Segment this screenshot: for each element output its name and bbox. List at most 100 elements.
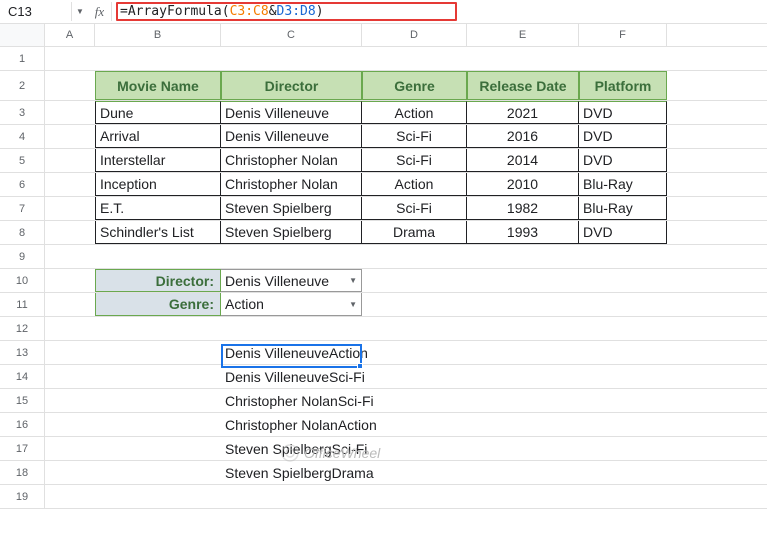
cell[interactable] [45, 125, 95, 148]
cell[interactable] [362, 47, 467, 70]
cell[interactable]: Inception [95, 173, 221, 196]
name-box[interactable]: C13 [0, 2, 72, 21]
cell[interactable] [95, 341, 221, 364]
result-cell[interactable]: Denis VilleneuveAction [221, 341, 362, 364]
table-header-director[interactable]: Director [221, 71, 362, 100]
cell[interactable] [95, 365, 221, 388]
cell[interactable]: 1993 [467, 221, 579, 244]
row-header-10[interactable]: 10 [0, 269, 45, 292]
cell[interactable] [45, 245, 95, 268]
cell[interactable] [579, 485, 667, 508]
cell[interactable] [467, 389, 579, 412]
cell[interactable]: Arrival [95, 125, 221, 148]
cell[interactable] [45, 389, 95, 412]
genre-label[interactable]: Genre: [95, 293, 221, 316]
row-header-9[interactable]: 9 [0, 245, 45, 268]
cell[interactable]: Denis Villeneuve [221, 125, 362, 148]
col-header-c[interactable]: C [221, 24, 362, 46]
cell[interactable]: DVD [579, 221, 667, 244]
cell[interactable] [579, 341, 667, 364]
cell[interactable] [45, 47, 95, 70]
row-header-15[interactable]: 15 [0, 389, 45, 412]
cell[interactable] [579, 47, 667, 70]
cell[interactable] [45, 365, 95, 388]
cell[interactable] [467, 485, 579, 508]
cell[interactable] [579, 269, 667, 292]
cell[interactable] [45, 461, 95, 484]
cell[interactable] [362, 293, 467, 316]
row-header-16[interactable]: 16 [0, 413, 45, 436]
table-header-platform[interactable]: Platform [579, 71, 667, 100]
row-header-19[interactable]: 19 [0, 485, 45, 508]
cell[interactable] [45, 71, 95, 100]
cell[interactable] [579, 245, 667, 268]
name-box-dropdown[interactable]: ▼ [72, 7, 88, 16]
cell[interactable] [95, 461, 221, 484]
cell[interactable]: Steven Spielberg [221, 221, 362, 244]
cell[interactable]: Christopher Nolan [221, 149, 362, 172]
cell[interactable] [45, 269, 95, 292]
cell[interactable]: DVD [579, 149, 667, 172]
cell[interactable]: E.T. [95, 197, 221, 220]
cell[interactable] [95, 413, 221, 436]
cell[interactable] [579, 413, 667, 436]
table-header-genre[interactable]: Genre [362, 71, 467, 100]
cell[interactable] [362, 341, 467, 364]
cell[interactable] [467, 461, 579, 484]
cell[interactable]: Drama [362, 221, 467, 244]
row-header-5[interactable]: 5 [0, 149, 45, 172]
cell[interactable]: Action [362, 173, 467, 196]
cell[interactable] [467, 365, 579, 388]
cell[interactable]: Dune [95, 101, 221, 124]
row-header-14[interactable]: 14 [0, 365, 45, 388]
cell[interactable] [45, 293, 95, 316]
result-cell[interactable]: Steven SpielbergSci-Fi [221, 437, 362, 460]
cell[interactable]: DVD [579, 101, 667, 124]
cell[interactable] [362, 461, 467, 484]
row-header-17[interactable]: 17 [0, 437, 45, 460]
cell[interactable] [467, 341, 579, 364]
col-header-a[interactable]: A [45, 24, 95, 46]
cell[interactable] [467, 413, 579, 436]
director-label[interactable]: Director: [95, 269, 221, 292]
result-cell[interactable]: Christopher NolanSci-Fi [221, 389, 362, 412]
cell[interactable]: Sci-Fi [362, 149, 467, 172]
cell[interactable]: Denis Villeneuve [221, 101, 362, 124]
cell[interactable] [221, 485, 362, 508]
result-cell[interactable]: Steven SpielbergDrama [221, 461, 362, 484]
cell[interactable] [45, 437, 95, 460]
cell[interactable] [467, 293, 579, 316]
spreadsheet-grid[interactable]: A B C D E F 1 2 Movie Name Director Genr… [0, 24, 767, 509]
formula-bar[interactable]: =ArrayFormula(C3:C8&D3:D8) [112, 2, 767, 21]
table-header-movie[interactable]: Movie Name [95, 71, 221, 100]
col-header-d[interactable]: D [362, 24, 467, 46]
cell[interactable] [362, 317, 467, 340]
col-header-b[interactable]: B [95, 24, 221, 46]
cell[interactable] [579, 365, 667, 388]
cell[interactable] [362, 485, 467, 508]
cell[interactable] [45, 101, 95, 124]
row-header-4[interactable]: 4 [0, 125, 45, 148]
cell[interactable] [95, 317, 221, 340]
cell[interactable] [362, 269, 467, 292]
row-header-8[interactable]: 8 [0, 221, 45, 244]
cell[interactable]: Christopher Nolan [221, 173, 362, 196]
cell[interactable] [579, 317, 667, 340]
row-header-12[interactable]: 12 [0, 317, 45, 340]
cell[interactable]: Sci-Fi [362, 125, 467, 148]
cell[interactable] [45, 413, 95, 436]
result-cell[interactable]: Denis VilleneuveSci-Fi [221, 365, 362, 388]
select-all-corner[interactable] [0, 24, 45, 46]
row-header-7[interactable]: 7 [0, 197, 45, 220]
cell[interactable]: 2010 [467, 173, 579, 196]
cell[interactable] [95, 389, 221, 412]
cell[interactable] [467, 437, 579, 460]
cell[interactable] [95, 47, 221, 70]
cell[interactable] [45, 485, 95, 508]
cell[interactable] [579, 461, 667, 484]
row-header-11[interactable]: 11 [0, 293, 45, 316]
cell[interactable]: 2016 [467, 125, 579, 148]
cell[interactable] [45, 197, 95, 220]
row-header-18[interactable]: 18 [0, 461, 45, 484]
cell[interactable] [95, 437, 221, 460]
